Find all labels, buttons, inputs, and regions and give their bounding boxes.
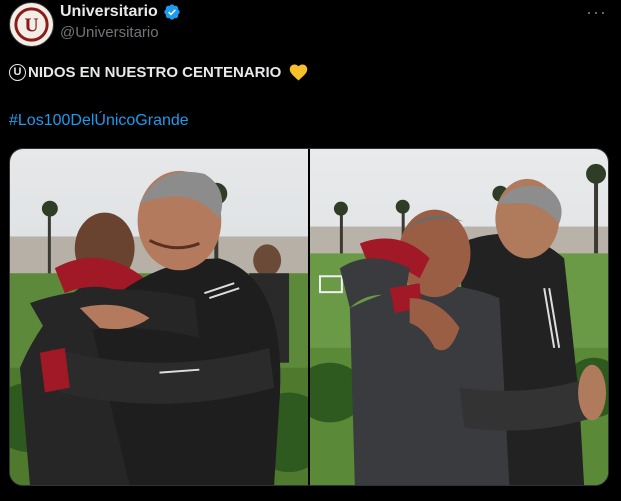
- photo-2[interactable]: [310, 149, 608, 485]
- yellow-heart-icon: [282, 62, 309, 83]
- display-name[interactable]: Universitario: [60, 3, 158, 21]
- handle[interactable]: @Universitario: [60, 24, 159, 41]
- tweet-text-body: NIDOS EN NUESTRO CENTENARIO: [28, 64, 282, 81]
- circled-u-icon: U: [9, 64, 26, 81]
- tweet: U Universitario @Universitario ··· U NID…: [0, 0, 621, 501]
- photo-1[interactable]: [10, 149, 308, 485]
- verified-badge-icon: [163, 3, 181, 21]
- more-options-icon[interactable]: ···: [586, 2, 607, 23]
- photo-icon: [10, 149, 308, 485]
- universitario-logo-icon: U: [10, 3, 53, 46]
- avatar[interactable]: U: [9, 2, 54, 47]
- tweet-text: U NIDOS EN NUESTRO CENTENARIO: [9, 62, 309, 83]
- avatar-letter: U: [24, 15, 38, 36]
- hashtag-link[interactable]: #Los100DelÚnicoGrande: [9, 112, 189, 130]
- name-row: Universitario: [60, 3, 181, 21]
- media-grid: [9, 148, 609, 486]
- photo-icon: [310, 149, 608, 485]
